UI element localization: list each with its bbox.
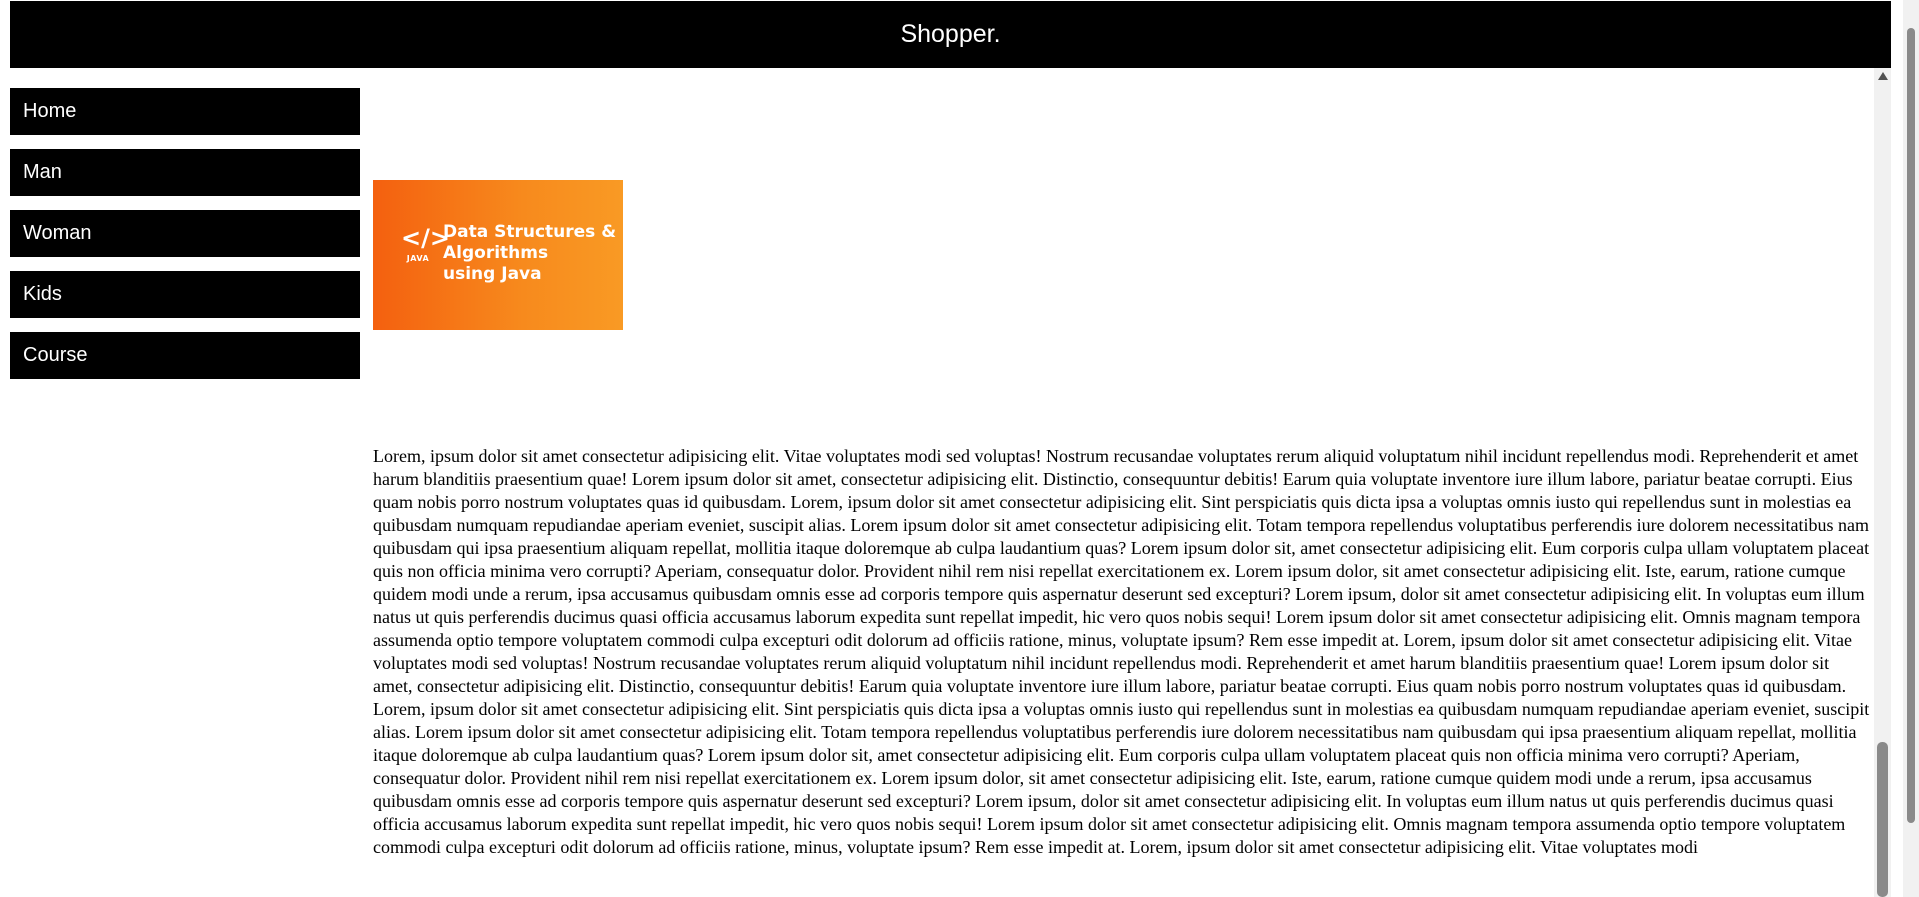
scroll-up-arrow-icon[interactable] — [1878, 72, 1888, 80]
code-icon: </> — [401, 224, 450, 252]
content-paragraph: Lorem, ipsum dolor sit amet consectetur … — [373, 446, 1870, 857]
scrollbar-thumb[interactable] — [1877, 742, 1888, 897]
banner-language-label: JAVA — [406, 254, 430, 263]
nav-item-woman[interactable]: Woman — [10, 210, 360, 257]
nav-item-kids[interactable]: Kids — [10, 271, 360, 318]
banner-title: Data Structures & Algorithms using Java — [443, 222, 617, 284]
course-banner-image: </> JAVA Data Structures & Algorithms us… — [373, 180, 623, 330]
sidebar-nav: Home Man Woman Kids Course — [10, 88, 360, 393]
window-scrollbar[interactable] — [1903, 0, 1919, 897]
site-header: Shopper. — [10, 1, 1891, 68]
nav-item-course[interactable]: Course — [10, 332, 360, 379]
content-scrollbar[interactable] — [1874, 68, 1891, 897]
nav-item-man[interactable]: Man — [10, 149, 360, 196]
window-scrollbar-thumb[interactable] — [1907, 28, 1915, 823]
site-title: Shopper. — [900, 20, 1001, 48]
nav-item-home[interactable]: Home — [10, 88, 360, 135]
